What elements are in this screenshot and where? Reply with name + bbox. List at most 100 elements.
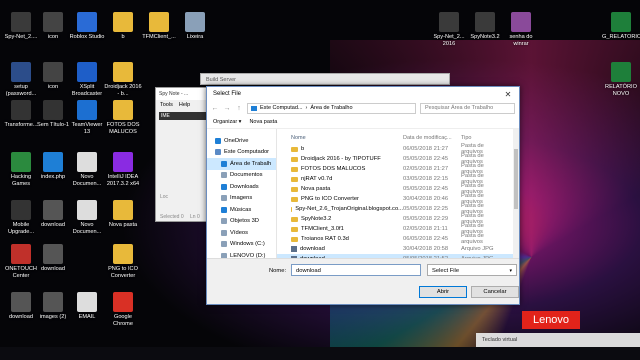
nav-item[interactable]: Este Computador — [207, 147, 276, 159]
file-row[interactable]: Troianos RAT 0.3d 06/05/2018 22:45 Pasta d… — [277, 233, 519, 245]
desktop-icon[interactable]: Spy-Net_2... 2016 — [430, 12, 468, 47]
new-folder-button[interactable]: Nova pasta — [249, 119, 277, 125]
back-arrow-icon[interactable]: ← — [211, 105, 219, 112]
desktop-icon-label: Novo Documen... — [72, 222, 102, 235]
desktop-icon[interactable]: FOTOS DOS MALUCOS — [104, 100, 142, 135]
dialog-footer: Nome: download Select File ▾ Abrir Cance… — [207, 258, 519, 304]
desktop-icon[interactable]: b — [104, 12, 142, 41]
desktop-icon[interactable]: download — [34, 200, 72, 229]
desktop-icon[interactable]: Roblox Studio — [68, 12, 106, 41]
file-name: Troianos RAT 0.3d — [301, 236, 349, 242]
file-icon — [113, 12, 133, 32]
desktop-icon[interactable]: icon — [34, 62, 72, 91]
column-date[interactable]: Data de modificaç... — [403, 135, 461, 141]
desktop-icon-label: icon — [47, 34, 59, 40]
file-icon — [11, 152, 31, 172]
desktop-icon[interactable]: download — [34, 244, 72, 273]
desktop-icon[interactable]: XSplit Broadcaster — [68, 62, 106, 97]
nav-item[interactable]: Vídeos — [207, 227, 276, 239]
file-row[interactable]: download 30/04/2018 20:58 Arquivo JPG — [277, 244, 519, 254]
computer-icon — [251, 105, 257, 111]
desktop-icon-label: Spy-Net_2... 2016 — [433, 34, 465, 47]
desktop-icon-label: TeamViewer 13 — [71, 122, 103, 135]
desktop-icon[interactable]: EMAIL — [68, 292, 106, 321]
nav-item[interactable]: Imagens — [207, 193, 276, 205]
file-icon — [113, 152, 133, 172]
nav-item-label: Músicas — [230, 206, 252, 213]
desktop-icon[interactable]: index.php — [34, 152, 72, 181]
nav-item[interactable]: Objetos 3D — [207, 216, 276, 228]
taskbar — [0, 347, 640, 360]
desktop-icon[interactable]: senha do winrar — [502, 12, 540, 47]
desktop-icon[interactable]: G_RELATORIO — [602, 12, 640, 41]
desktop-icon-label: Novo Documen... — [72, 174, 102, 187]
breadcrumb-desktop[interactable]: Área de Trabalho — [310, 105, 352, 111]
cancel-button[interactable]: Cancelar — [471, 286, 519, 298]
breadcrumb-computer[interactable]: Este Computad... — [260, 105, 303, 111]
desktop-icon[interactable]: Sem Título-1 — [34, 100, 72, 129]
nav-item[interactable]: Músicas — [207, 204, 276, 216]
desktop-icon[interactable]: TFMClient_... — [140, 12, 178, 41]
file-name: njRAT v0.7d — [301, 176, 333, 182]
search-input[interactable]: Pesquisar Área de Trabalho — [420, 102, 515, 114]
desktop-icon[interactable]: Novo Documen... — [68, 200, 106, 235]
file-list-scrollbar[interactable] — [513, 129, 519, 259]
desktop-icon-label: icon — [47, 84, 59, 90]
file-icon — [77, 12, 97, 32]
menu-tools[interactable]: Tools — [160, 102, 173, 108]
build-server-title: Build Server — [200, 73, 450, 85]
file-date: 02/05/2018 21:27 — [403, 166, 449, 172]
desktop-icon[interactable]: Nova pasta — [104, 200, 142, 229]
file-icon — [113, 200, 133, 220]
desktop-icon[interactable]: IntelliJ IDEA 2017.3.2 x64 — [104, 152, 142, 187]
nav-item[interactable]: Área de Trabalh — [207, 158, 276, 170]
folder-icon — [221, 241, 227, 248]
virtual-keyboard-bar[interactable]: Teclado virtual — [476, 333, 640, 347]
desktop-icon[interactable]: PNG to ICO Converter — [104, 244, 142, 279]
filename-input[interactable]: download — [291, 264, 421, 276]
close-button[interactable]: ✕ — [497, 90, 519, 99]
up-arrow-icon[interactable]: ↑ — [235, 105, 243, 112]
file-date: 30/04/2018 20:46 — [403, 196, 449, 202]
nav-item[interactable]: OneDrive — [207, 135, 276, 147]
organize-button[interactable]: Organizar ▾ — [213, 119, 241, 125]
navigation-pane: OneDrive Este Computador Área de Trabalh Do… — [207, 129, 277, 259]
file-icon — [11, 12, 31, 32]
spynote-loc: Loc — [160, 194, 169, 200]
desktop-icon[interactable]: Google Chrome — [104, 292, 142, 327]
desktop-icon[interactable]: TeamViewer 13 — [68, 100, 106, 135]
desktop-icon[interactable]: SpyNote3.2 — [466, 12, 504, 41]
forward-arrow-icon[interactable]: → — [223, 105, 231, 112]
menu-help[interactable]: Help — [179, 102, 190, 108]
desktop-icon-label: PNG to ICO Converter — [108, 266, 138, 279]
breadcrumb[interactable]: Este Computad... › Área de Trabalho — [247, 102, 416, 114]
desktop-icon-label: XSplit Broadcaster — [71, 84, 103, 97]
desktop-icon-label: b — [121, 34, 125, 40]
nav-item[interactable]: Windows (C:) — [207, 239, 276, 251]
desktop-icon[interactable]: Droidjack 2016 - b... — [104, 62, 142, 97]
file-icon — [77, 292, 97, 312]
folder-icon — [291, 176, 298, 182]
desktop-icon[interactable]: Lixeira — [176, 12, 214, 41]
folder-icon — [291, 156, 298, 162]
filename-label: Nome: — [269, 268, 287, 274]
dialog-title: Select File — [213, 91, 242, 97]
column-type[interactable]: Tipo — [461, 135, 501, 141]
desktop-icon[interactable]: icon — [34, 12, 72, 41]
file-type-select[interactable]: Select File ▾ — [427, 264, 517, 276]
file-name: PNG to ICO Converter — [301, 196, 359, 202]
nav-item[interactable]: Documentos — [207, 170, 276, 182]
nav-item[interactable]: Downloads — [207, 181, 276, 193]
desktop-icon[interactable]: RELATÓRIO NOVO — [602, 62, 640, 97]
open-button[interactable]: Abrir — [419, 286, 467, 298]
file-name: Nova pasta — [301, 186, 331, 192]
desktop-icon[interactable]: Novo Documen... — [68, 152, 106, 187]
folder-icon — [221, 206, 227, 213]
column-name[interactable]: Nome — [291, 135, 403, 141]
file-icon — [511, 12, 531, 32]
chevron-down-icon: ▾ — [509, 268, 512, 274]
folder-icon — [215, 149, 221, 156]
nav-item-label: OneDrive — [224, 137, 249, 144]
desktop-icon[interactable]: images (2) — [34, 292, 72, 321]
file-icon — [11, 100, 31, 120]
